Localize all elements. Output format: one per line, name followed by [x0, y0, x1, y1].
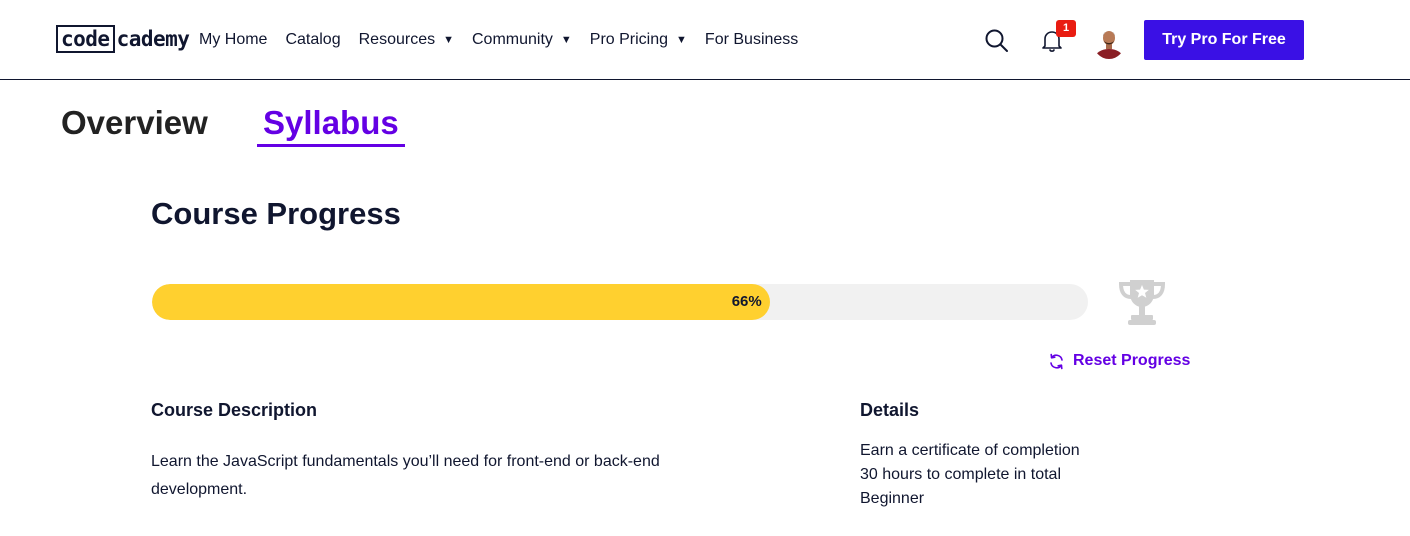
refresh-icon — [1050, 353, 1063, 369]
details-item-level: Beginner — [860, 490, 925, 507]
codecademy-logo[interactable]: code cademy — [56, 25, 190, 53]
course-description-title: Course Description — [151, 400, 318, 420]
search-icon[interactable] — [984, 28, 1010, 54]
nav-community-dropdown[interactable]: Community ▼ — [472, 31, 572, 49]
tab-syllabus[interactable]: Syllabus — [257, 104, 405, 147]
nav-catalog-label: Catalog — [285, 31, 341, 48]
course-description-text: Learn the JavaScript fundamentals you’ll… — [151, 453, 660, 498]
nav-pro-pricing-dropdown[interactable]: Pro Pricing ▼ — [590, 31, 687, 49]
details-title: Details — [860, 400, 920, 420]
tab-overview[interactable]: Overview — [61, 104, 208, 142]
logo-rest-text: cademy — [116, 27, 190, 51]
nav-for-business-label: For Business — [704, 31, 799, 48]
nav-resources-dropdown[interactable]: Resources ▼ — [359, 31, 454, 49]
nav-pro-pricing-label: Pro Pricing — [589, 31, 669, 48]
progress-percent-label: 66% — [731, 293, 762, 310]
top-navigation-bar: code cademy My Home Catalog Resources ▼ … — [0, 0, 1410, 80]
reset-progress-button[interactable]: Reset Progress — [1048, 352, 1190, 370]
try-pro-button[interactable]: Try Pro For Free — [1144, 20, 1304, 60]
progress-bar: 66% — [152, 284, 1088, 320]
course-progress-title: Course Progress — [151, 196, 401, 231]
reset-progress-label: Reset Progress — [1073, 352, 1191, 369]
progress-bar-fill: 66% — [152, 284, 770, 320]
nav-resources-label: Resources — [358, 31, 436, 48]
nav-my-home[interactable]: My Home — [199, 31, 267, 49]
nav-for-business[interactable]: For Business — [705, 31, 798, 49]
caret-down-icon: ▼ — [443, 34, 454, 46]
caret-down-icon: ▼ — [676, 34, 687, 46]
caret-down-icon: ▼ — [560, 34, 572, 46]
nav-community-label: Community — [471, 31, 553, 48]
nav-catalog[interactable]: Catalog — [285, 31, 340, 49]
details-list: Earn a certificate of completion 30 hour… — [860, 439, 1080, 511]
trophy-icon — [1116, 276, 1168, 328]
notification-count-badge: 1 — [1056, 20, 1076, 37]
main-nav: My Home Catalog Resources ▼ Community ▼ … — [199, 30, 816, 50]
details-item-duration: 30 hours to complete in total — [860, 466, 1062, 483]
avatar[interactable] — [1093, 25, 1125, 59]
nav-my-home-label: My Home — [199, 31, 268, 48]
logo-box-text: code — [56, 25, 115, 53]
details-item-certificate: Earn a certificate of completion — [860, 442, 1080, 459]
